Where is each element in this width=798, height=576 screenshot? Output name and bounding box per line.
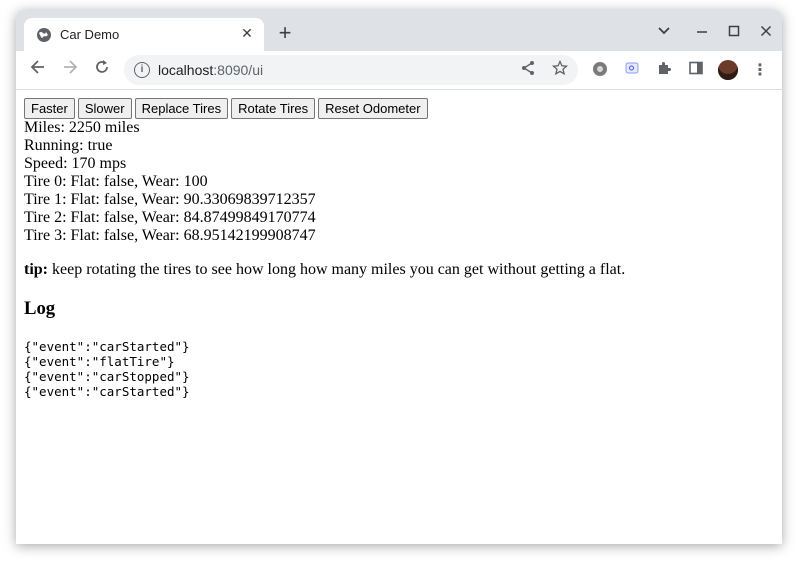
tire-1-text: Tire 1: Flat: false, Wear: 90.3306983971… — [24, 191, 316, 208]
log-heading: Log — [24, 298, 56, 319]
tire-0-text: Tire 0: Flat: false, Wear: 100 — [24, 173, 208, 190]
address-bar[interactable]: i localhost:8090/ui — [124, 55, 578, 85]
back-arrow-icon[interactable] — [26, 58, 50, 82]
replace-tires-button[interactable]: Replace Tires — [134, 98, 229, 119]
log-entry: {"event":"flatTire"} — [24, 354, 175, 369]
extension-search-icon[interactable] — [622, 60, 642, 80]
browser-toolbar: i localhost:8090/ui ⋮ — [16, 51, 782, 90]
log-entry: {"event":"carStopped"} — [24, 369, 190, 384]
tab-strip: Car Demo ✕ + — [16, 10, 782, 51]
tab-car-demo[interactable]: Car Demo ✕ — [24, 18, 264, 51]
tip-label: tip: — [24, 261, 48, 278]
browser-window: Car Demo ✕ + i localhost:8090/ui ⋮ Faste… — [16, 10, 782, 544]
speed-text: Speed: 170 mps — [24, 155, 127, 172]
forward-arrow-icon[interactable] — [58, 58, 82, 82]
extension-gear-icon[interactable] — [590, 60, 610, 80]
page-content: Faster Slower Replace Tires Rotate Tires Res… — [16, 90, 782, 544]
kebab-menu-icon[interactable]: ⋮ — [752, 60, 768, 80]
profile-avatar[interactable] — [718, 60, 738, 80]
url-text[interactable]: localhost:8090/ui — [158, 61, 263, 79]
maximize-icon[interactable] — [724, 22, 744, 42]
control-buttons: Faster Slower Replace Tires Rotate Tires Res… — [24, 98, 431, 119]
miles-text: Miles: 2250 miles — [24, 119, 140, 136]
reload-icon[interactable] — [90, 58, 114, 82]
close-window-icon[interactable] — [756, 22, 776, 42]
star-icon[interactable] — [550, 59, 570, 80]
reset-odometer-button[interactable]: Reset Odometer — [318, 98, 428, 119]
car-status: Miles: 2250 miles Running: true Speed: 1… — [24, 119, 316, 245]
slower-button[interactable]: Slower — [77, 98, 132, 119]
minimize-icon[interactable] — [692, 22, 712, 42]
info-icon[interactable]: i — [134, 62, 150, 78]
log-entry: {"event":"carStarted"} — [24, 339, 190, 354]
faster-button[interactable]: Faster — [24, 98, 75, 119]
side-panel-icon[interactable] — [686, 60, 706, 80]
rotate-tires-button[interactable]: Rotate Tires — [231, 98, 316, 119]
tire-2-text: Tire 2: Flat: false, Wear: 84.8749984917… — [24, 209, 316, 226]
log-entry: {"event":"carStarted"} — [24, 384, 190, 399]
tip-text: keep rotating the tires to see how long … — [48, 261, 626, 278]
chevron-down-icon[interactable] — [654, 22, 674, 42]
globe-icon — [36, 27, 52, 43]
tab-title: Car Demo — [60, 27, 120, 42]
tip-paragraph: tip: keep rotating the tires to see how … — [24, 261, 625, 279]
close-tab-icon[interactable]: ✕ — [238, 25, 256, 43]
share-icon[interactable] — [518, 60, 538, 80]
puzzle-icon[interactable] — [654, 60, 674, 80]
tire-3-text: Tire 3: Flat: false, Wear: 68.9514219990… — [24, 227, 316, 244]
log-list: {"event":"carStarted"} {"event":"flatTire… — [24, 339, 190, 399]
running-text: Running: true — [24, 137, 113, 154]
new-tab-button[interactable]: + — [274, 22, 296, 44]
